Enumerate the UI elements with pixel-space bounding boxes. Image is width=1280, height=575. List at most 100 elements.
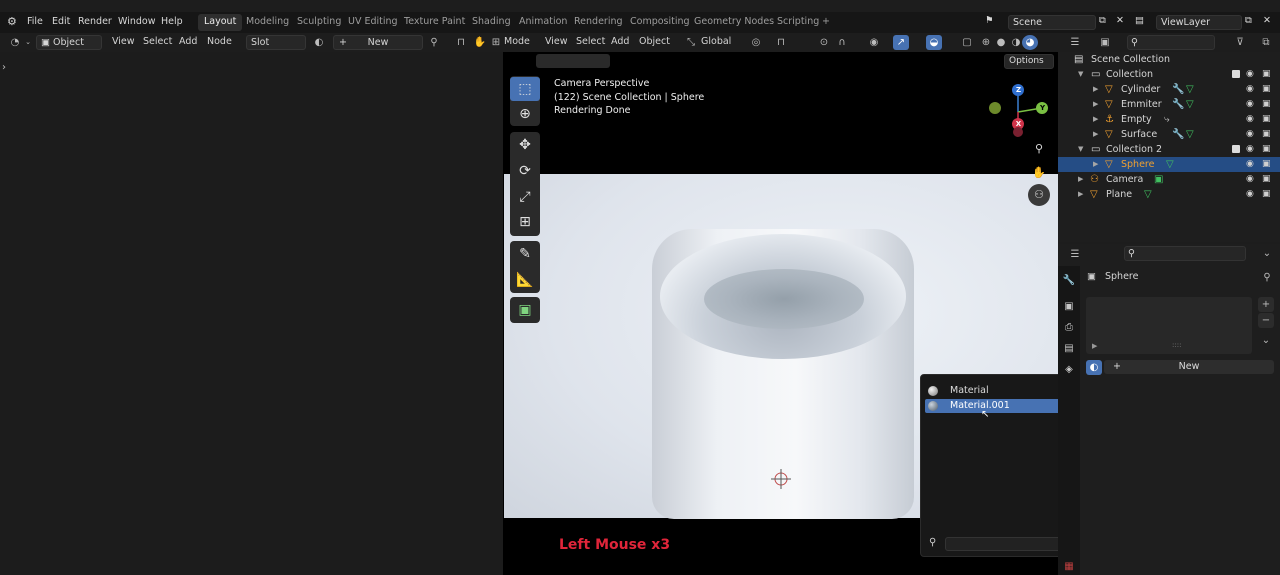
outliner-row-collection[interactable]: ▼ ▭ Collection ◉ ▣ (1058, 67, 1280, 82)
tab-texture-paint[interactable]: Texture Paint (404, 16, 465, 27)
move-tool[interactable]: ✥ (510, 133, 540, 157)
chevron-right-icon[interactable]: ▶ (1078, 187, 1083, 202)
falloff-icon[interactable]: ∩ (834, 35, 850, 50)
snap-toggle-icon[interactable]: ⊓ (453, 35, 469, 50)
tab-shading[interactable]: Shading (472, 16, 511, 27)
transform-icon[interactable]: ⊞ (488, 35, 504, 50)
slot-dropdown[interactable]: Slot (246, 35, 306, 50)
solid-shading-icon[interactable]: ● (993, 35, 1009, 50)
render-camera-icon[interactable]: ▣ (1262, 172, 1271, 187)
camera-view-icon[interactable]: ⚇ (1028, 184, 1050, 206)
outliner-row-empty[interactable]: ▶ ⚓ Empty ⤷ ◉ ▣ (1058, 112, 1280, 127)
display-mode-icon[interactable]: ▣ (1097, 35, 1113, 50)
render-camera-icon[interactable]: ▣ (1262, 157, 1271, 172)
xray-icon[interactable]: ▢ (959, 35, 975, 50)
pin-icon[interactable]: ⚲ (1259, 270, 1275, 285)
scale-tool[interactable]: ⤢ (510, 185, 540, 209)
eye-icon[interactable]: ◉ (1246, 157, 1254, 172)
options-dropdown[interactable]: Options (1004, 54, 1054, 69)
filter-icon[interactable]: ⊽ (1232, 35, 1248, 50)
pin-icon[interactable]: ⚲ (426, 35, 442, 50)
material-slot-list[interactable]: ▶ :::: (1086, 297, 1252, 354)
delete-scene-icon[interactable]: ✕ (1116, 15, 1124, 26)
outliner-row-collection-2[interactable]: ▼ ▭ Collection 2 ◉ ▣ (1058, 142, 1280, 157)
eye-icon[interactable]: ◉ (1246, 187, 1254, 202)
chevron-down-icon[interactable]: ⌄ (1258, 333, 1274, 348)
tab-compositing[interactable]: Compositing (630, 16, 690, 27)
zoom-icon[interactable]: ⚲ (1028, 138, 1050, 160)
overlay-toggle-icon[interactable]: ◒ (926, 35, 942, 50)
selection-mode-buttons[interactable] (536, 54, 610, 68)
blender-logo-icon[interactable]: ⚙ (7, 15, 17, 28)
chevron-right-icon[interactable]: ▶ (1093, 112, 1098, 127)
delete-view-layer-icon[interactable]: ✕ (1263, 15, 1271, 26)
chevron-right-icon[interactable]: ▶ (1093, 97, 1098, 112)
render-camera-icon[interactable]: ▣ (1262, 112, 1271, 127)
node-menu-add[interactable]: Add (179, 36, 197, 47)
chevron-right-icon[interactable]: ▶ (1078, 172, 1083, 187)
add-slot-button[interactable]: + (1258, 297, 1274, 312)
sidebar-toggle-icon[interactable]: › (2, 62, 6, 73)
properties-search-input[interactable]: ⚲ (1124, 246, 1246, 261)
viewport-menu-add[interactable]: Add (611, 36, 629, 47)
new-material-button[interactable]: + New (333, 35, 423, 50)
properties-editor-icon[interactable]: ☰ (1067, 247, 1083, 262)
tab-layout[interactable]: Layout (198, 14, 243, 31)
chevron-right-icon[interactable]: ▶ (1092, 342, 1097, 350)
render-camera-icon[interactable]: ▣ (1262, 142, 1271, 157)
menu-window[interactable]: Window (118, 16, 155, 27)
chevron-right-icon[interactable]: ▶ (1093, 157, 1098, 172)
viewport-menu-object[interactable]: Object (639, 36, 670, 47)
menu-help[interactable]: Help (161, 16, 183, 27)
chevron-down-icon[interactable]: ▼ (1078, 67, 1083, 82)
pivot-icon[interactable]: ◎ (748, 35, 764, 50)
viewport-menu-view[interactable]: View (545, 36, 568, 47)
pan-hand-icon[interactable]: ✋ (1028, 162, 1050, 184)
tab-geometry-nodes[interactable]: Geometry Nodes (694, 16, 774, 27)
chevron-down-icon[interactable]: ▼ (1078, 142, 1083, 157)
new-view-layer-icon[interactable]: ⧉ (1245, 15, 1252, 26)
mode-dropdown[interactable]: Mode (504, 36, 530, 47)
hand-icon[interactable]: ✋ (472, 35, 488, 50)
output-tab-icon[interactable]: ⎙ (1062, 321, 1076, 335)
collection-checkbox[interactable] (1232, 145, 1240, 153)
collection-checkbox[interactable] (1232, 70, 1240, 78)
outliner-row-sphere[interactable]: ▶ ▽ Sphere ▽ ◉ ▣ (1058, 157, 1280, 172)
new-material-button[interactable]: + New (1104, 360, 1274, 374)
gizmo-toggle-icon[interactable]: ↗ (893, 35, 909, 50)
tab-modeling[interactable]: Modeling (246, 16, 289, 27)
measure-tool[interactable]: 📐 (510, 268, 540, 292)
outliner-row-plane[interactable]: ▶ ▽ Plane ▽ ◉ ▣ (1058, 187, 1280, 202)
proportional-edit-icon[interactable]: ⊙ (816, 35, 832, 50)
add-workspace-button[interactable]: + (822, 16, 830, 27)
outliner-row-scene-collection[interactable]: ▤ Scene Collection (1058, 52, 1280, 67)
render-camera-icon[interactable]: ▣ (1262, 97, 1271, 112)
3d-cursor-icon[interactable] (771, 469, 791, 489)
outliner-row-cylinder[interactable]: ▶ ▽ Cylinder 🔧 ▽ ◉ ▣ (1058, 82, 1280, 97)
outliner-search-input[interactable]: ⚲ (1127, 35, 1215, 50)
outliner-row-surface[interactable]: ▶ ▽ Surface 🔧 ▽ ◉ ▣ (1058, 127, 1280, 142)
eye-icon[interactable]: ◉ (1246, 112, 1254, 127)
chevron-right-icon[interactable]: ▶ (1093, 127, 1098, 142)
tool-tab-icon[interactable]: 🔧 (1062, 274, 1076, 288)
rendered-shading-icon[interactable]: ◕ (1022, 35, 1038, 50)
eye-icon[interactable]: ◉ (1246, 97, 1254, 112)
scene-tab-icon[interactable]: ◈ (1062, 363, 1076, 377)
eye-icon[interactable]: ◉ (1246, 67, 1254, 82)
material-browse-icon[interactable]: ◐ (311, 35, 327, 50)
menu-file[interactable]: File (27, 16, 43, 27)
texture-tab-icon[interactable]: ▦ (1062, 560, 1076, 574)
render-camera-icon[interactable]: ▣ (1262, 127, 1271, 142)
chevron-right-icon[interactable]: ▶ (1093, 82, 1098, 97)
cursor-tool[interactable]: ⊕ (510, 102, 540, 126)
eye-icon[interactable]: ◉ (1246, 142, 1254, 157)
view-layer-tab-icon[interactable]: ▤ (1062, 342, 1076, 356)
add-cube-tool[interactable]: ▣ (510, 298, 540, 322)
menu-render[interactable]: Render (78, 16, 112, 27)
render-tab-icon[interactable]: ▣ (1062, 300, 1076, 314)
tab-sculpting[interactable]: Sculpting (297, 16, 341, 27)
new-scene-icon[interactable]: ⧉ (1099, 15, 1106, 26)
shader-type-dropdown[interactable]: ▣ Object (36, 35, 102, 50)
render-camera-icon[interactable]: ▣ (1262, 82, 1271, 97)
new-collection-icon[interactable]: ⧉ (1258, 35, 1274, 50)
